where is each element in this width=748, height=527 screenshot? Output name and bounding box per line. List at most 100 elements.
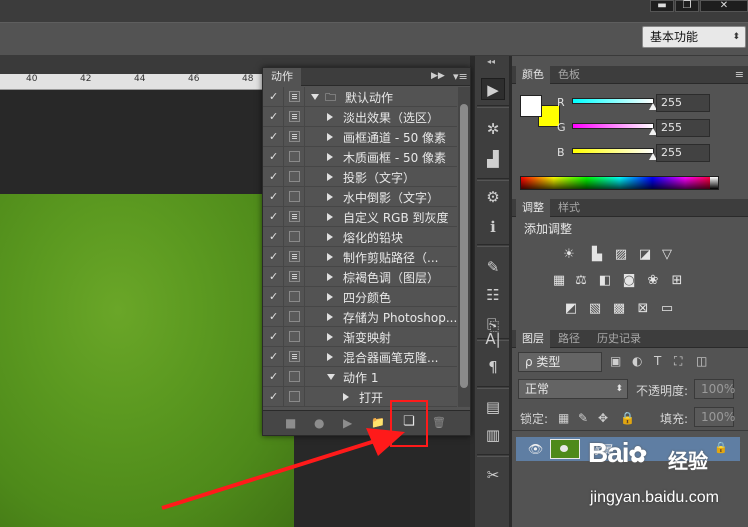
expand-triangle-right-icon[interactable] (327, 273, 333, 281)
toggle-checkmark-icon[interactable]: ✓ (269, 130, 281, 143)
levels-icon[interactable]: ▙ (588, 246, 606, 264)
action-row[interactable]: ✓ 四分颜色 (263, 287, 457, 307)
actions-scrollbar-thumb[interactable] (460, 104, 468, 388)
trash-icon[interactable]: 🗑 (432, 417, 446, 429)
layer-filter-select[interactable]: ρ 类型 (518, 352, 602, 372)
filter-smart-object-icon[interactable]: ◫ (696, 354, 707, 368)
restore-button[interactable]: ❐ (675, 0, 699, 12)
action-row[interactable]: ✓ 棕褐色调（图层） (263, 267, 457, 287)
character-icon[interactable]: A| (481, 328, 505, 350)
panel-menu-icon[interactable]: ▾≡ (453, 70, 468, 83)
sliders-icon[interactable]: ☷ (481, 284, 505, 306)
exposure-icon[interactable]: ◪ (636, 246, 654, 264)
expand-triangle-down-icon[interactable] (311, 94, 319, 100)
close-button[interactable]: ✕ (700, 0, 748, 12)
expand-triangle-right-icon[interactable] (327, 193, 333, 201)
toggle-checkmark-icon[interactable]: ✓ (269, 110, 281, 123)
color-spectrum-ramp[interactable] (520, 176, 719, 190)
channel-slider[interactable] (572, 123, 654, 129)
opacity-input[interactable]: 100% (694, 379, 735, 399)
dialog-toggle-icon[interactable] (289, 271, 300, 282)
fill-input[interactable]: 100% (694, 407, 735, 427)
expand-triangle-right-icon[interactable] (327, 133, 333, 141)
dialog-toggle-icon[interactable] (289, 91, 300, 102)
expand-triangle-right-icon[interactable] (327, 213, 333, 221)
expand-triangle-right-icon[interactable] (327, 153, 333, 161)
brightness-icon[interactable]: ☀ (560, 246, 578, 264)
dialog-toggle-icon[interactable] (289, 251, 300, 262)
lock-all-icon[interactable]: 🔒 (620, 411, 635, 425)
channel-value-input[interactable]: 255 (656, 94, 710, 112)
dialog-toggle-icon[interactable] (289, 371, 300, 382)
action-row[interactable]: ✓ 画框通道 - 50 像素 (263, 127, 457, 147)
action-row[interactable]: ✓ 存储为 Photoshop... (263, 307, 457, 327)
brush-presets-icon[interactable]: ✎ (481, 256, 505, 278)
toggle-checkmark-icon[interactable]: ✓ (269, 330, 281, 343)
black-white-icon[interactable]: ◧ (596, 272, 614, 290)
paragraph-icon[interactable]: ¶ (481, 356, 505, 378)
action-row[interactable]: ✓ 投影（文字） (263, 167, 457, 187)
action-row[interactable]: ✓ 制作剪贴路径（... (263, 247, 457, 267)
blend-mode-select[interactable]: 正常 ⬍ (518, 379, 628, 399)
toggle-checkmark-icon[interactable]: ✓ (269, 290, 281, 303)
foreground-color-swatch[interactable] (520, 95, 542, 117)
minimize-button[interactable]: ▬ (650, 0, 674, 12)
invert-icon[interactable]: ◩ (562, 300, 580, 318)
channel-slider[interactable] (572, 98, 654, 104)
dialog-toggle-icon[interactable] (289, 171, 300, 182)
toggle-checkmark-icon[interactable]: ✓ (269, 370, 281, 383)
properties-icon[interactable]: ⚙ (481, 186, 505, 208)
filter-type-icon[interactable]: T (654, 354, 661, 368)
toggle-checkmark-icon[interactable]: ✓ (269, 270, 281, 283)
panel-menu-icon[interactable]: ≡ (735, 68, 744, 81)
toggle-checkmark-icon[interactable]: ✓ (269, 90, 281, 103)
expand-triangle-down-icon[interactable] (327, 374, 335, 380)
dialog-toggle-icon[interactable] (289, 211, 300, 222)
collapse-double-arrow-icon[interactable]: ▶▶ (431, 71, 445, 81)
action-row[interactable]: ✓ 🗀 默认动作 (263, 87, 457, 107)
expand-triangle-right-icon[interactable] (327, 233, 333, 241)
lock-transparency-icon[interactable]: ▦ (558, 411, 569, 425)
tab-styles[interactable]: 样式 (552, 199, 586, 217)
tools-crossed-icon[interactable]: ✂ (481, 464, 505, 486)
info-icon[interactable]: ℹ (481, 216, 505, 238)
dialog-toggle-icon[interactable] (289, 151, 300, 162)
expand-triangle-right-icon[interactable] (327, 253, 333, 261)
dialog-toggle-icon[interactable] (289, 291, 300, 302)
expand-triangle-right-icon[interactable] (327, 333, 333, 341)
toggle-checkmark-icon[interactable]: ✓ (269, 250, 281, 263)
toggle-checkmark-icon[interactable]: ✓ (269, 350, 281, 363)
vibrance-icon[interactable]: ▽ (658, 246, 676, 264)
dialog-toggle-icon[interactable] (289, 311, 300, 322)
expand-triangle-right-icon[interactable] (343, 393, 349, 401)
dialog-toggle-icon[interactable] (289, 131, 300, 142)
tab-adjustments[interactable]: 调整 (516, 199, 550, 217)
black-white-ramp[interactable] (710, 177, 718, 189)
photo-filter-icon[interactable]: ◙ (620, 272, 638, 290)
navigator-wheel-icon[interactable]: ✲ (481, 118, 505, 140)
filter-adjustment-icon[interactable]: ◐ (632, 354, 642, 368)
action-row[interactable]: ✓ 混合器画笔克隆... (263, 347, 457, 367)
tab-color[interactable]: 颜色 (516, 66, 550, 84)
color-balance-icon[interactable]: ⚖ (572, 272, 590, 290)
toggle-checkmark-icon[interactable]: ✓ (269, 190, 281, 203)
toggle-checkmark-icon[interactable]: ✓ (269, 310, 281, 323)
lock-position-icon[interactable]: ✥ (598, 411, 608, 425)
curves-icon[interactable]: ▨ (612, 246, 630, 264)
tab-swatches[interactable]: 色板 (552, 66, 586, 84)
collapse-arrow-icon[interactable]: ◂◂ (487, 57, 495, 66)
toggle-checkmark-icon[interactable]: ✓ (269, 390, 281, 403)
dialog-toggle-icon[interactable] (289, 331, 300, 342)
color-lookup-icon[interactable]: ⊞ (668, 272, 686, 290)
action-row[interactable]: ✓ 淡出效果（选区） (263, 107, 457, 127)
channel-slider[interactable] (572, 148, 654, 154)
toggle-checkmark-icon[interactable]: ✓ (269, 150, 281, 163)
toggle-checkmark-icon[interactable]: ✓ (269, 210, 281, 223)
selective-color-icon[interactable]: ⊠ (634, 300, 652, 318)
channel-mixer-icon[interactable]: ❀ (644, 272, 662, 290)
hue-saturation-icon[interactable]: ▦ (550, 272, 568, 290)
toggle-checkmark-icon[interactable]: ✓ (269, 170, 281, 183)
gradient-map-icon[interactable]: ▭ (658, 300, 676, 318)
tab-layers[interactable]: 图层 (516, 330, 550, 348)
action-row[interactable]: ✓ 熔化的铅块 (263, 227, 457, 247)
